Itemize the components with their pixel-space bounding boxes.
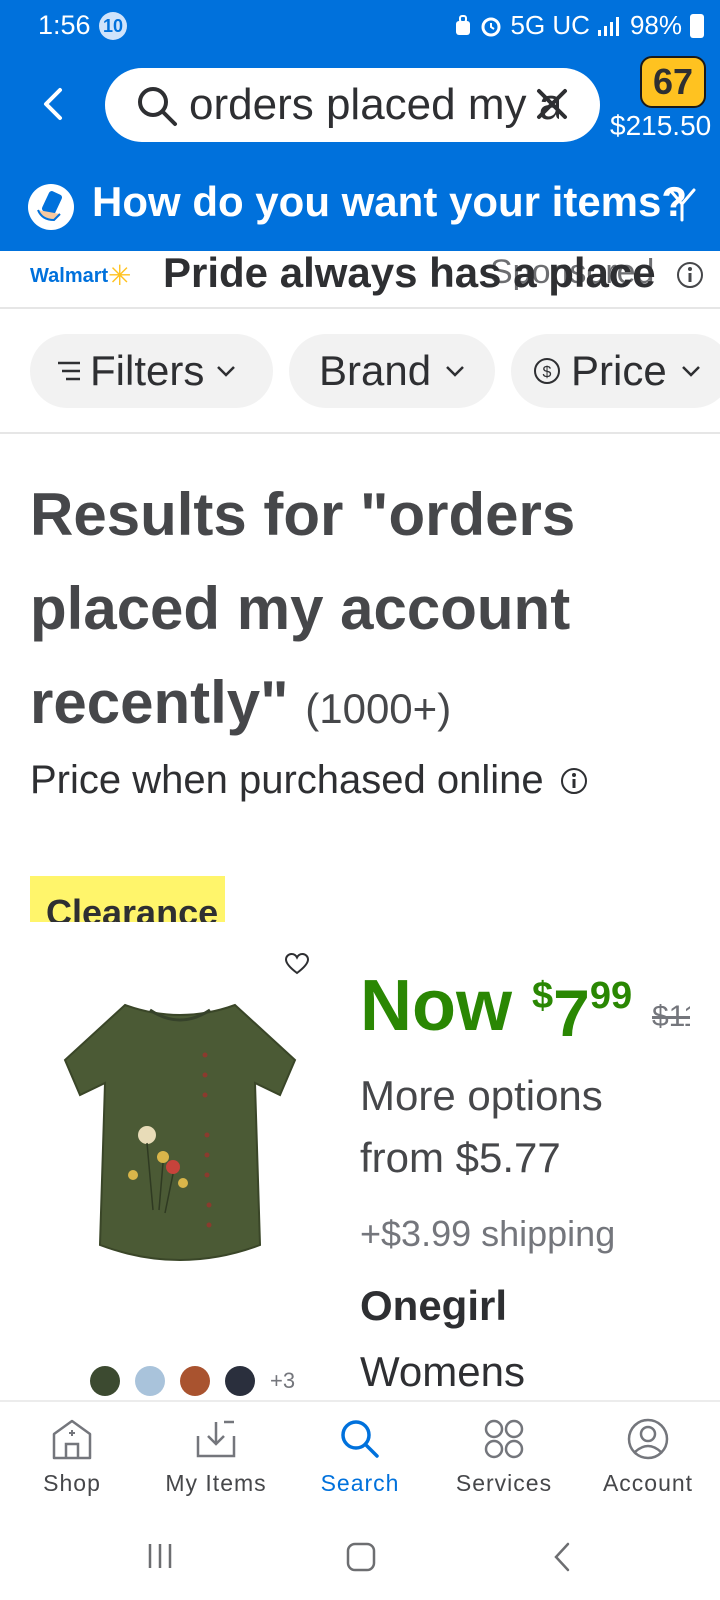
- account-icon: [627, 1418, 669, 1460]
- walmart-spark-icon: ✳: [108, 260, 132, 291]
- more-options-link[interactable]: More options from $5.77: [360, 1065, 680, 1189]
- back-arrow-icon[interactable]: [36, 82, 72, 126]
- signal-icon: [597, 16, 619, 36]
- search-icon: [341, 1420, 379, 1458]
- info-icon[interactable]: [560, 767, 588, 795]
- nav-shop-label: Shop: [43, 1470, 101, 1496]
- bottom-navigation: Shop My Items Search Services Account: [0, 1400, 720, 1514]
- my-items-icon: [196, 1420, 236, 1458]
- search-bar[interactable]: orders placed my account recently: [105, 68, 600, 142]
- price-note: Price when purchased online: [30, 758, 588, 803]
- filters-chip[interactable]: Filters: [30, 334, 273, 408]
- brand-chip[interactable]: Brand: [289, 334, 495, 408]
- alarm-icon: [481, 17, 501, 36]
- promo-text: Pride always has a place: [163, 251, 656, 296]
- price-currency: $: [532, 975, 554, 1017]
- cart-total: $215.50: [610, 110, 712, 141]
- status-bar: 1:56 10 5G UC 98%: [0, 0, 720, 56]
- hotspot-icon: [456, 14, 471, 35]
- system-back-icon[interactable]: [552, 1542, 572, 1572]
- system-navigation-bar: [0, 1512, 720, 1600]
- sponsored-banner[interactable]: Walmart ✳ Sponsored Pride always has a p…: [0, 251, 720, 309]
- nav-search-label: Search: [320, 1470, 400, 1496]
- results-count: (1000+): [305, 685, 452, 732]
- filters-chip-label: Filters: [90, 347, 205, 394]
- color-swatch[interactable]: [225, 1366, 255, 1396]
- clearance-label: Clearance: [46, 892, 219, 922]
- chevron-down-icon: [668, 188, 696, 222]
- shipping-cost: +$3.99 shipping: [360, 1213, 616, 1254]
- svg-text:$: $: [543, 364, 552, 381]
- product-brand: Onegirl: [360, 1282, 508, 1329]
- recent-apps-icon[interactable]: [146, 1542, 174, 1570]
- nav-account-label: Account: [602, 1470, 694, 1496]
- walmart-logo: Walmart: [30, 265, 109, 287]
- status-right-group: 5G UC 98%: [454, 10, 704, 41]
- fulfillment-prompt: How do you want your items?: [92, 178, 688, 225]
- search-icon: [138, 87, 177, 126]
- was-price: $11: [652, 1000, 690, 1033]
- store-icon: [52, 1419, 92, 1460]
- status-time: 1:56: [38, 10, 91, 40]
- cart-count-badge: 67: [640, 56, 706, 108]
- nav-account[interactable]: Account: [576, 1402, 720, 1512]
- chevron-down-icon: [446, 366, 464, 377]
- price-dollars: 7: [553, 976, 590, 1050]
- heart-icon[interactable]: [284, 952, 310, 976]
- results-query-text: Results for "orders placed my account re…: [30, 481, 576, 736]
- clear-search-icon[interactable]: [534, 86, 570, 122]
- services-grid-icon: [484, 1419, 524, 1459]
- nav-services[interactable]: Services: [432, 1402, 576, 1512]
- price-note-text: Price when purchased online: [30, 758, 544, 802]
- color-swatch[interactable]: [135, 1366, 165, 1396]
- current-price: $799: [532, 975, 632, 1051]
- dollar-circle-icon: $: [534, 358, 560, 384]
- results-heading: Results for "orders placed my account re…: [30, 468, 680, 756]
- nav-services-label: Services: [455, 1470, 553, 1496]
- filter-lines-icon: [58, 361, 80, 381]
- fulfillment-icon: [28, 184, 74, 230]
- battery-percent: 98%: [629, 10, 682, 40]
- cart-button[interactable]: 67 $215.50: [610, 52, 720, 148]
- filter-chip-row: Filters Brand $ Price: [0, 307, 720, 434]
- notification-count-badge: 10: [99, 12, 127, 40]
- nav-shop[interactable]: Shop: [0, 1402, 144, 1512]
- nav-search[interactable]: Search: [288, 1402, 432, 1512]
- now-label: Now: [360, 966, 512, 1046]
- more-swatches-count: +3: [270, 1368, 296, 1393]
- nav-my-items[interactable]: My Items: [144, 1402, 288, 1512]
- color-swatch[interactable]: [180, 1366, 210, 1396]
- brand-chip-label: Brand: [319, 347, 432, 394]
- fulfillment-selector[interactable]: How do you want your items?: [0, 172, 720, 251]
- product-title[interactable]: Womens: [360, 1348, 525, 1396]
- chevron-down-icon: [681, 366, 700, 377]
- clearance-badge: Clearance: [30, 876, 225, 922]
- price-chip-label: Price: [571, 347, 667, 394]
- chevron-down-icon: [217, 366, 236, 377]
- color-swatches: +3: [90, 1366, 295, 1396]
- battery-icon: [690, 13, 704, 38]
- home-icon[interactable]: [346, 1542, 376, 1572]
- price-cents: 99: [589, 975, 633, 1017]
- info-icon[interactable]: [676, 261, 704, 289]
- product-image[interactable]: [55, 985, 305, 1285]
- network-type: 5G UC: [510, 10, 590, 40]
- search-input[interactable]: orders placed my account recently: [189, 76, 559, 134]
- price-chip[interactable]: $ Price: [511, 334, 720, 408]
- color-swatch[interactable]: [90, 1366, 120, 1396]
- nav-my-items-label: My Items: [165, 1470, 267, 1496]
